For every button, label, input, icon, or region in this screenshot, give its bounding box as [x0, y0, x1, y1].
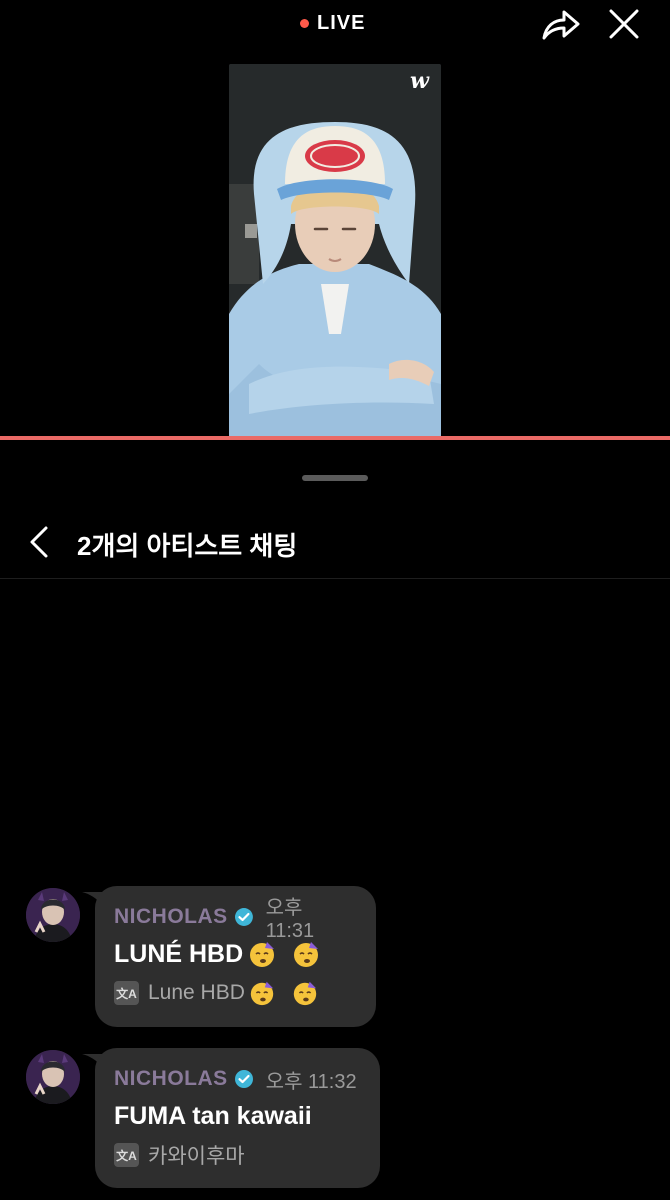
message-text-row: FUMA tan kawaii	[114, 1100, 360, 1132]
live-progress-bar[interactable]	[0, 436, 670, 440]
chevron-left-icon	[30, 526, 48, 558]
translation-row: 文A Lune HBD	[114, 978, 356, 1008]
verified-badge-icon	[234, 1070, 253, 1088]
avatar-image	[26, 888, 80, 942]
close-icon	[609, 9, 639, 39]
message-author: NICHOLAS	[114, 1067, 228, 1090]
video-frame-image	[229, 64, 441, 437]
translate-icon[interactable]: 文A	[114, 981, 139, 1005]
party-face-emoji	[250, 981, 274, 1006]
translation-row: 文A 카와이후마	[114, 1140, 360, 1170]
sheet-drag-handle[interactable]	[302, 475, 368, 481]
share-arrow-icon	[542, 10, 580, 40]
message-meta: NICHOLAS 오후 11:32	[114, 1066, 360, 1093]
avatar[interactable]	[26, 888, 80, 942]
back-button[interactable]	[24, 524, 56, 560]
translation-text: 카와이후마	[148, 1145, 245, 1168]
top-bar: LIVE	[0, 0, 670, 52]
avatar-image	[26, 1050, 80, 1104]
verified-badge-icon	[234, 908, 253, 926]
party-face-emoji	[250, 942, 275, 967]
message-meta: NICHOLAS 오후 11:31	[114, 897, 356, 942]
share-button[interactable]	[538, 6, 582, 44]
message-text: LUNÉ HBD	[114, 939, 244, 968]
live-video[interactable]: w	[229, 64, 441, 437]
message-time: 오후 11:31	[265, 897, 315, 942]
close-button[interactable]	[602, 6, 646, 44]
translate-icon[interactable]: 文A	[114, 1143, 139, 1167]
live-dot	[300, 19, 309, 28]
chat-header: 2개의 아티스트 채팅	[0, 508, 670, 579]
translation-text: Lune HBD	[148, 981, 245, 1004]
avatar[interactable]	[26, 1050, 80, 1104]
message-time: 오후 11:32	[265, 1070, 357, 1093]
message-bubble[interactable]: NICHOLAS 오후 11:32 FUMA tan kawaii 文A 카와이…	[95, 1048, 380, 1188]
party-face-emoji	[293, 981, 317, 1006]
message-text: FUMA tan kawaii	[114, 1101, 312, 1130]
message-author: NICHOLAS	[114, 905, 228, 928]
live-label: LIVE	[317, 12, 366, 34]
message-text-row: LUNÉ HBD	[114, 938, 356, 970]
chat-title: 2개의 아티스트 채팅	[77, 531, 298, 561]
weverse-logo: w	[410, 68, 429, 94]
message-bubble[interactable]: NICHOLAS 오후 11:31 LUNÉ HBD 文A Lune HBD	[95, 886, 376, 1027]
party-face-emoji	[294, 942, 319, 967]
live-indicator: LIVE	[300, 12, 365, 35]
